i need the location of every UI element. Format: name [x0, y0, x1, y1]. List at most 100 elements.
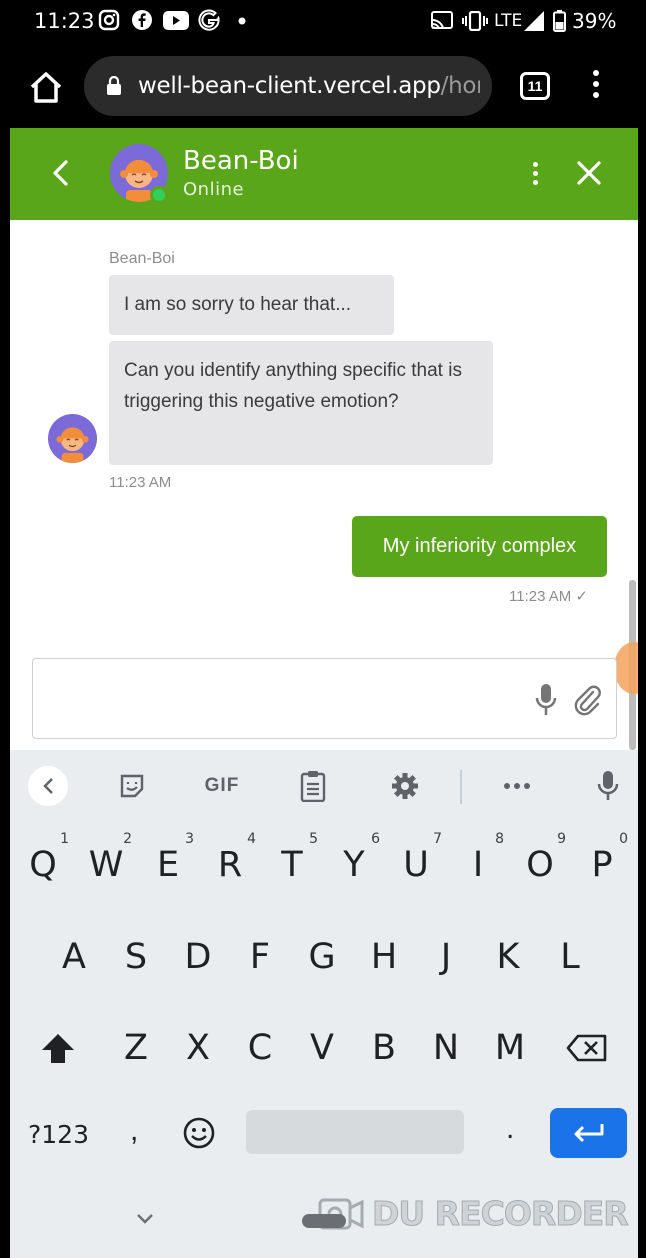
more-button[interactable]	[500, 766, 534, 806]
key-o[interactable]: O9	[512, 831, 568, 885]
floating-bubble[interactable]	[614, 642, 638, 694]
online-indicator	[150, 186, 168, 204]
key-x[interactable]: X	[170, 1028, 226, 1068]
microphone-icon	[597, 771, 619, 800]
sticker-button[interactable]	[114, 766, 150, 806]
key-h[interactable]: H	[356, 937, 412, 977]
emoji-icon[interactable]	[182, 1116, 216, 1150]
gear-icon	[392, 773, 418, 799]
microphone-icon[interactable]	[535, 683, 557, 717]
bot-name: Bean-Boi	[183, 146, 299, 176]
bot-status: Online	[183, 179, 245, 200]
close-icon[interactable]	[576, 160, 602, 186]
key-d[interactable]: D	[170, 937, 226, 977]
clipboard-icon	[300, 771, 326, 802]
chat-header: Bean-Boi Online	[10, 128, 638, 220]
sticker-icon	[120, 774, 144, 798]
url-text: well-bean-client.vercel.app/hom	[138, 73, 480, 99]
message-avatar	[48, 414, 97, 463]
battery-percent: 39%	[572, 9, 617, 33]
key-n[interactable]: N	[418, 1028, 474, 1068]
toolbar-divider	[460, 770, 462, 804]
voice-input-button[interactable]	[594, 766, 622, 806]
tab-switcher-button[interactable]: 11	[520, 72, 550, 100]
space-bar[interactable]	[246, 1110, 464, 1154]
keyboard-collapse-button[interactable]	[28, 766, 68, 806]
backspace-icon[interactable]	[566, 1034, 608, 1062]
key-t[interactable]: T5	[264, 831, 320, 885]
google-icon	[198, 9, 220, 31]
gif-button[interactable]: GIF	[198, 766, 246, 806]
system-nav-bar: DU RECORDER	[10, 1182, 638, 1258]
chat-page: Bean-Boi Online Bean-Boi I am so sorry t…	[10, 128, 638, 750]
lock-icon	[107, 76, 121, 95]
chevron-left-icon	[43, 778, 53, 794]
gif-label: GIF	[204, 775, 240, 796]
notification-dot-icon	[238, 17, 246, 25]
keyboard-toolbar: GIF	[10, 750, 638, 824]
bot-face-icon	[56, 427, 89, 463]
keyboard-bottom-row: ?123 , .	[10, 1108, 638, 1168]
key-v[interactable]: V	[294, 1028, 350, 1068]
key-b[interactable]: B	[356, 1028, 412, 1068]
home-gesture-handle[interactable]	[302, 1214, 346, 1228]
outgoing-message: My inferiority complex	[352, 516, 607, 577]
status-bar: 11:23 LTE 39%	[0, 0, 646, 44]
battery-icon	[553, 10, 566, 32]
key-y[interactable]: Y6	[326, 831, 382, 885]
incoming-message: I am so sorry to hear that...	[109, 275, 394, 335]
url-path: /hom	[440, 73, 480, 99]
clipboard-button[interactable]	[296, 766, 330, 806]
key-j[interactable]: J	[418, 937, 474, 977]
incoming-message: Can you identify anything specific that …	[109, 341, 493, 465]
facebook-icon	[132, 10, 152, 30]
paperclip-icon[interactable]	[573, 683, 601, 717]
period-key[interactable]: .	[506, 1112, 514, 1146]
cast-icon	[431, 11, 453, 29]
key-g[interactable]: G	[294, 937, 350, 977]
on-screen-keyboard: GIF Q1 W2 E3 R4 T5 Y6 U7 I8 O9 P0 A S D …	[10, 750, 638, 1258]
key-k[interactable]: K	[480, 937, 536, 977]
instagram-icon	[98, 9, 120, 31]
back-arrow-icon[interactable]	[48, 158, 72, 188]
key-m[interactable]: M	[482, 1028, 538, 1068]
enter-key[interactable]	[550, 1108, 627, 1158]
browser-menu-icon[interactable]	[590, 70, 602, 104]
status-time: 11:23	[34, 9, 95, 33]
symbols-key[interactable]: ?123	[28, 1120, 89, 1149]
key-u[interactable]: U7	[388, 831, 444, 885]
key-r[interactable]: R4	[202, 831, 258, 885]
vibrate-icon	[462, 11, 488, 31]
signal-icon	[524, 11, 544, 31]
chevron-down-icon[interactable]	[136, 1212, 154, 1226]
address-bar[interactable]: well-bean-client.vercel.app/hom	[84, 56, 492, 116]
enter-arrow-icon	[574, 1124, 604, 1143]
youtube-icon	[163, 11, 189, 30]
browser-toolbar: well-bean-client.vercel.app/hom 11	[0, 44, 646, 128]
message-input[interactable]	[32, 658, 617, 739]
message-sender: Bean-Boi	[109, 250, 175, 267]
key-q[interactable]: Q1	[15, 831, 71, 885]
key-z[interactable]: Z	[108, 1028, 164, 1068]
recorder-watermark: DU RECORDER	[372, 1194, 630, 1234]
shift-icon[interactable]	[40, 1032, 76, 1066]
key-s[interactable]: S	[108, 937, 164, 977]
message-list: Bean-Boi I am so sorry to hear that... C…	[10, 220, 638, 750]
key-p[interactable]: P0	[574, 831, 630, 885]
key-f[interactable]: F	[232, 937, 288, 977]
comma-key[interactable]: ,	[130, 1114, 138, 1148]
settings-button[interactable]	[388, 766, 422, 806]
home-icon[interactable]	[28, 70, 64, 106]
key-a[interactable]: A	[46, 937, 102, 977]
chat-menu-icon[interactable]	[530, 162, 540, 188]
message-time: 11:23 AM	[109, 474, 172, 491]
url-host: well-bean-client.vercel.app	[138, 73, 441, 99]
key-l[interactable]: L	[542, 937, 598, 977]
key-i[interactable]: I8	[450, 831, 506, 885]
message-time-read: 11:23 AM ✓	[509, 588, 588, 605]
key-c[interactable]: C	[232, 1028, 288, 1068]
key-w[interactable]: W2	[78, 831, 134, 885]
key-e[interactable]: E3	[140, 831, 196, 885]
network-type: LTE	[494, 11, 523, 31]
more-horizontal-icon	[504, 783, 530, 789]
